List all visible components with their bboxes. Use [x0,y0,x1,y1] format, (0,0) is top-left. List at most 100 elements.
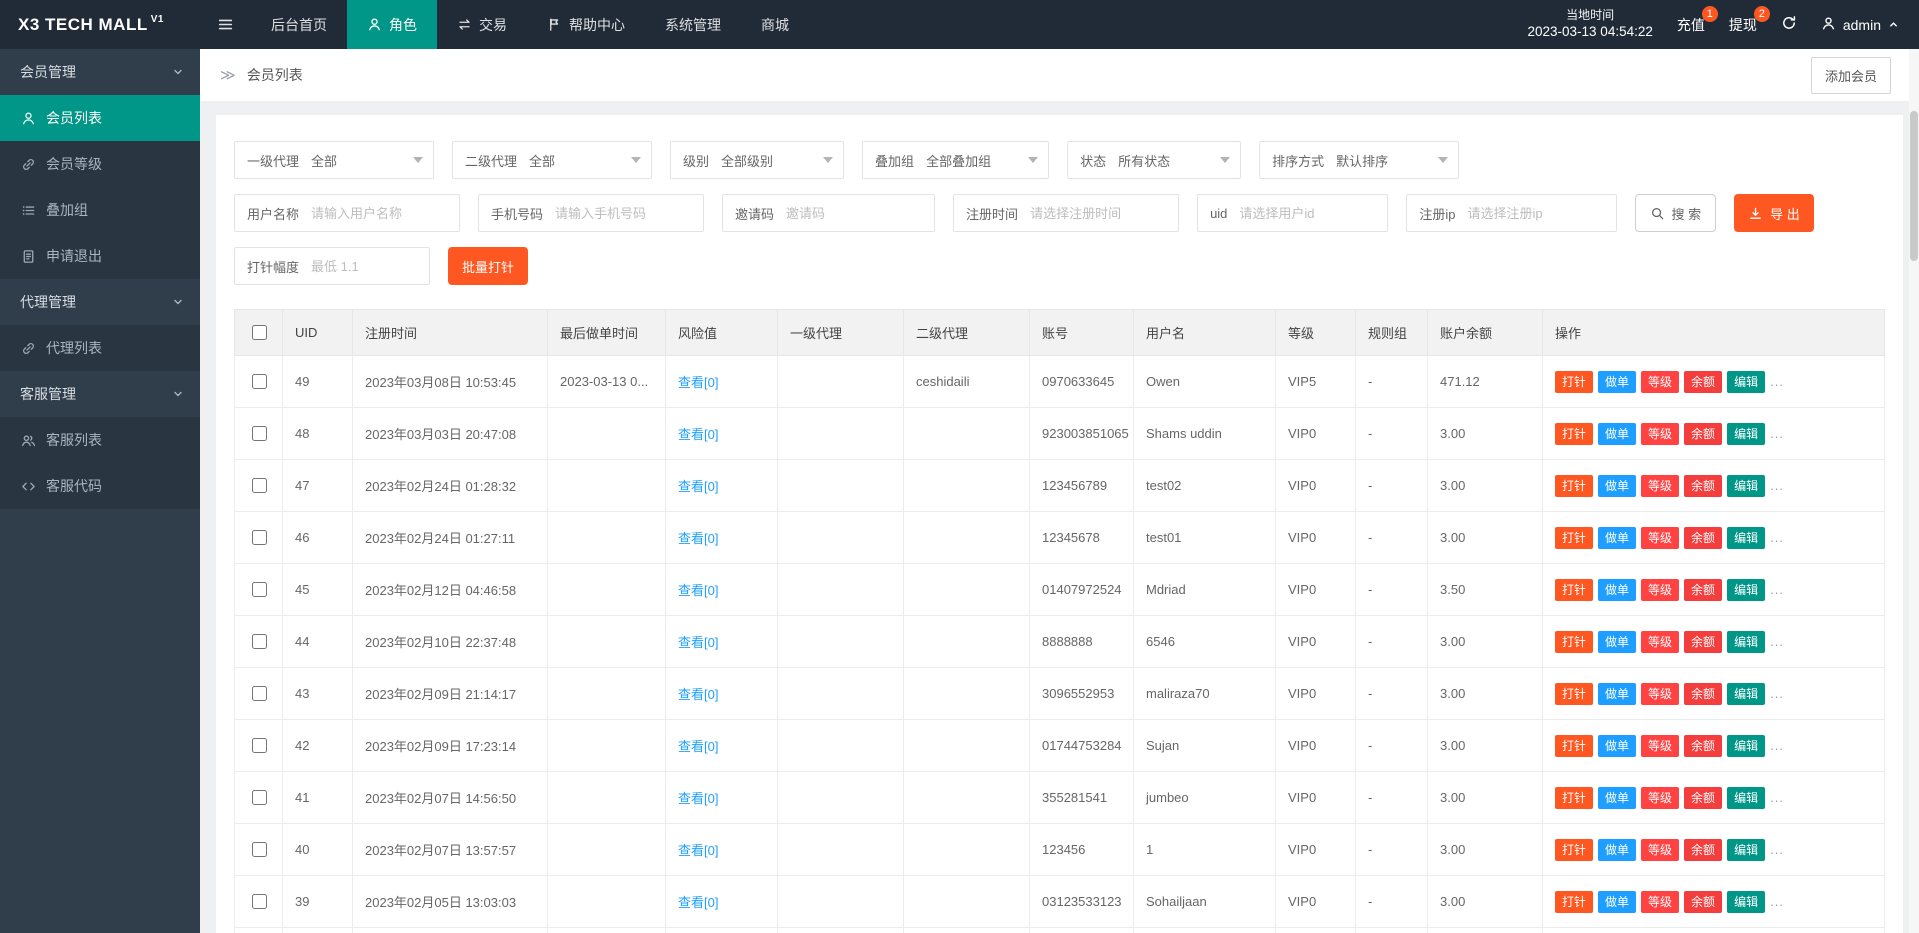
row-checkbox[interactable] [251,842,267,857]
action-edit-button[interactable]: 编辑 [1727,734,1766,757]
action-inject-button[interactable]: 打针 [1555,578,1594,601]
action-edit-button[interactable]: 编辑 [1727,422,1766,445]
risk-view-link[interactable]: 查看[0] [678,583,718,598]
filter-input-reg-time[interactable] [1028,196,1179,230]
action-edit-button[interactable]: 编辑 [1727,786,1766,809]
action-balance-button[interactable]: 余额 [1684,474,1723,497]
action-order-button[interactable]: 做单 [1598,786,1637,809]
action-level-button[interactable]: 等级 [1641,734,1680,757]
more-actions-button[interactable]: ... [1770,426,1784,441]
action-balance-button[interactable]: 余额 [1684,630,1723,653]
risk-view-link[interactable]: 查看[0] [678,531,718,546]
action-balance-button[interactable]: 余额 [1684,370,1723,393]
action-level-button[interactable]: 等级 [1641,838,1680,861]
sidebar-item-stack-group[interactable]: 叠加组 [0,187,200,233]
row-checkbox[interactable] [251,634,267,649]
filter-select-stack-group[interactable]: 全部叠加组 [924,142,1048,178]
nav-item-system[interactable]: 系统管理 [645,0,741,49]
scrollbar-thumb[interactable] [1910,111,1918,261]
action-balance-button[interactable]: 余额 [1684,734,1723,757]
export-button[interactable]: 导 出 [1734,194,1814,232]
row-checkbox[interactable] [251,894,267,909]
filter-select-sort-order[interactable]: 默认排序 [1334,142,1458,178]
action-level-button[interactable]: 等级 [1641,526,1680,549]
action-level-button[interactable]: 等级 [1641,422,1680,445]
batch-inject-button[interactable]: 批量打针 [448,247,529,285]
action-order-button[interactable]: 做单 [1598,474,1637,497]
action-edit-button[interactable]: 编辑 [1727,526,1766,549]
action-edit-button[interactable]: 编辑 [1727,682,1766,705]
filter-select-agent1[interactable]: 全部 [309,142,433,178]
action-inject-button[interactable]: 打针 [1555,838,1594,861]
filter-input-reg-ip[interactable] [1465,196,1616,230]
filter-select-status[interactable]: 所有状态 [1116,142,1240,178]
sidebar-item-member-list[interactable]: 会员列表 [0,95,200,141]
sidebar-group-member[interactable]: 会员管理 [0,49,200,95]
action-order-button[interactable]: 做单 [1598,734,1637,757]
filter-select-level[interactable]: 全部级别 [719,142,843,178]
action-inject-button[interactable]: 打针 [1555,734,1594,757]
recharge-button[interactable]: 充值 1 [1677,5,1718,35]
sidebar-item-service-code[interactable]: 客服代码 [0,463,200,509]
menu-toggle-button[interactable] [200,0,251,49]
risk-view-link[interactable]: 查看[0] [678,375,718,390]
risk-view-link[interactable]: 查看[0] [678,895,718,910]
action-inject-button[interactable]: 打针 [1555,474,1594,497]
row-checkbox[interactable] [251,790,267,805]
sidebar-item-apply-exit[interactable]: 申请退出 [0,233,200,279]
more-actions-button[interactable]: ... [1770,738,1784,753]
action-level-button[interactable]: 等级 [1641,578,1680,601]
action-level-button[interactable]: 等级 [1641,786,1680,809]
add-member-button[interactable]: 添加会员 [1810,56,1891,94]
action-level-button[interactable]: 等级 [1641,890,1680,913]
row-checkbox[interactable] [251,374,267,389]
sidebar-group-service[interactable]: 客服管理 [0,371,200,417]
row-checkbox[interactable] [251,530,267,545]
more-actions-button[interactable]: ... [1770,790,1784,805]
risk-view-link[interactable]: 查看[0] [678,739,718,754]
action-inject-button[interactable]: 打针 [1555,890,1594,913]
nav-item-trade[interactable]: 交易 [437,0,527,49]
inject-range-input[interactable] [309,249,430,283]
action-order-button[interactable]: 做单 [1598,370,1637,393]
nav-item-home[interactable]: 后台首页 [251,0,347,49]
action-balance-button[interactable]: 余额 [1684,838,1723,861]
more-actions-button[interactable]: ... [1770,478,1784,493]
withdraw-button[interactable]: 提现 2 [1729,5,1770,35]
action-level-button[interactable]: 等级 [1641,630,1680,653]
filter-input-uid[interactable] [1237,196,1388,230]
more-actions-button[interactable]: ... [1770,530,1784,545]
risk-view-link[interactable]: 查看[0] [678,791,718,806]
action-level-button[interactable]: 等级 [1641,370,1680,393]
select-all-checkbox[interactable] [251,325,267,340]
action-order-button[interactable]: 做单 [1598,630,1637,653]
action-balance-button[interactable]: 余额 [1684,578,1723,601]
action-order-button[interactable]: 做单 [1598,890,1637,913]
action-inject-button[interactable]: 打针 [1555,422,1594,445]
action-inject-button[interactable]: 打针 [1555,630,1594,653]
more-actions-button[interactable]: ... [1770,842,1784,857]
filter-input-username[interactable] [309,196,460,230]
action-edit-button[interactable]: 编辑 [1727,890,1766,913]
action-inject-button[interactable]: 打针 [1555,370,1594,393]
risk-view-link[interactable]: 查看[0] [678,687,718,702]
action-edit-button[interactable]: 编辑 [1727,370,1766,393]
action-order-button[interactable]: 做单 [1598,682,1637,705]
more-actions-button[interactable]: ... [1770,582,1784,597]
more-actions-button[interactable]: ... [1770,894,1784,909]
action-level-button[interactable]: 等级 [1641,474,1680,497]
page-scrollbar[interactable] [1909,49,1919,933]
risk-view-link[interactable]: 查看[0] [678,843,718,858]
nav-item-mall[interactable]: 商城 [741,0,809,49]
sidebar-item-agent-list[interactable]: 代理列表 [0,325,200,371]
action-edit-button[interactable]: 编辑 [1727,474,1766,497]
nav-item-help-center[interactable]: 帮助中心 [527,0,645,49]
filter-input-invite-code[interactable] [784,196,935,230]
action-order-button[interactable]: 做单 [1598,578,1637,601]
action-balance-button[interactable]: 余额 [1684,890,1723,913]
risk-view-link[interactable]: 查看[0] [678,479,718,494]
more-actions-button[interactable]: ... [1770,634,1784,649]
search-button[interactable]: 搜 索 [1634,194,1717,232]
sidebar-item-member-level[interactable]: 会员等级 [0,141,200,187]
action-order-button[interactable]: 做单 [1598,526,1637,549]
